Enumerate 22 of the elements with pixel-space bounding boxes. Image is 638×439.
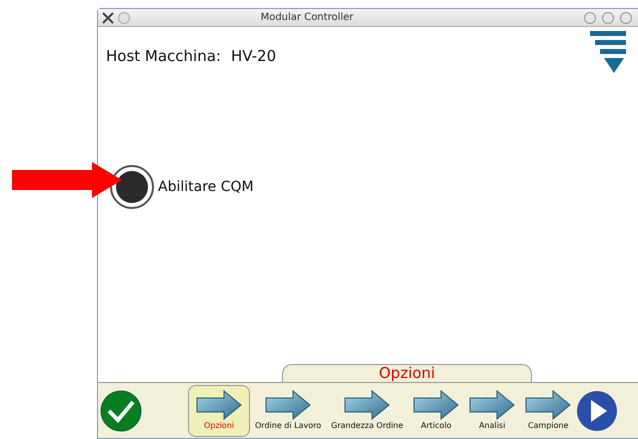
next-icon[interactable]	[576, 390, 618, 432]
step-button[interactable]: Analisi	[464, 384, 520, 436]
window-title: Modular Controller	[260, 11, 354, 25]
host-label: Host Macchina:	[106, 46, 221, 67]
app-icon	[102, 12, 114, 24]
arrow-icon	[413, 390, 460, 420]
option-label: Abilitare CQM	[158, 178, 254, 196]
step-button[interactable]: Opzioni	[188, 384, 250, 436]
confirm-icon[interactable]	[100, 390, 142, 432]
panel-title: Opzioni	[378, 366, 436, 381]
arrow-icon	[469, 390, 516, 420]
arrow-icon	[196, 390, 242, 420]
step-button[interactable]: Campione	[520, 384, 576, 436]
filter-menu-icon[interactable]	[590, 31, 626, 73]
arrow-icon	[265, 390, 312, 420]
step-button[interactable]: Grandezza Ordine	[326, 384, 408, 436]
arrow-icon	[525, 390, 572, 420]
toggle-control[interactable]	[110, 165, 154, 209]
arrow-icon	[344, 390, 390, 420]
host-value: HV-20	[230, 46, 276, 67]
step-button[interactable]: Ordine di Lavoro	[250, 384, 326, 436]
step-button[interactable]: Articolo	[408, 384, 464, 436]
